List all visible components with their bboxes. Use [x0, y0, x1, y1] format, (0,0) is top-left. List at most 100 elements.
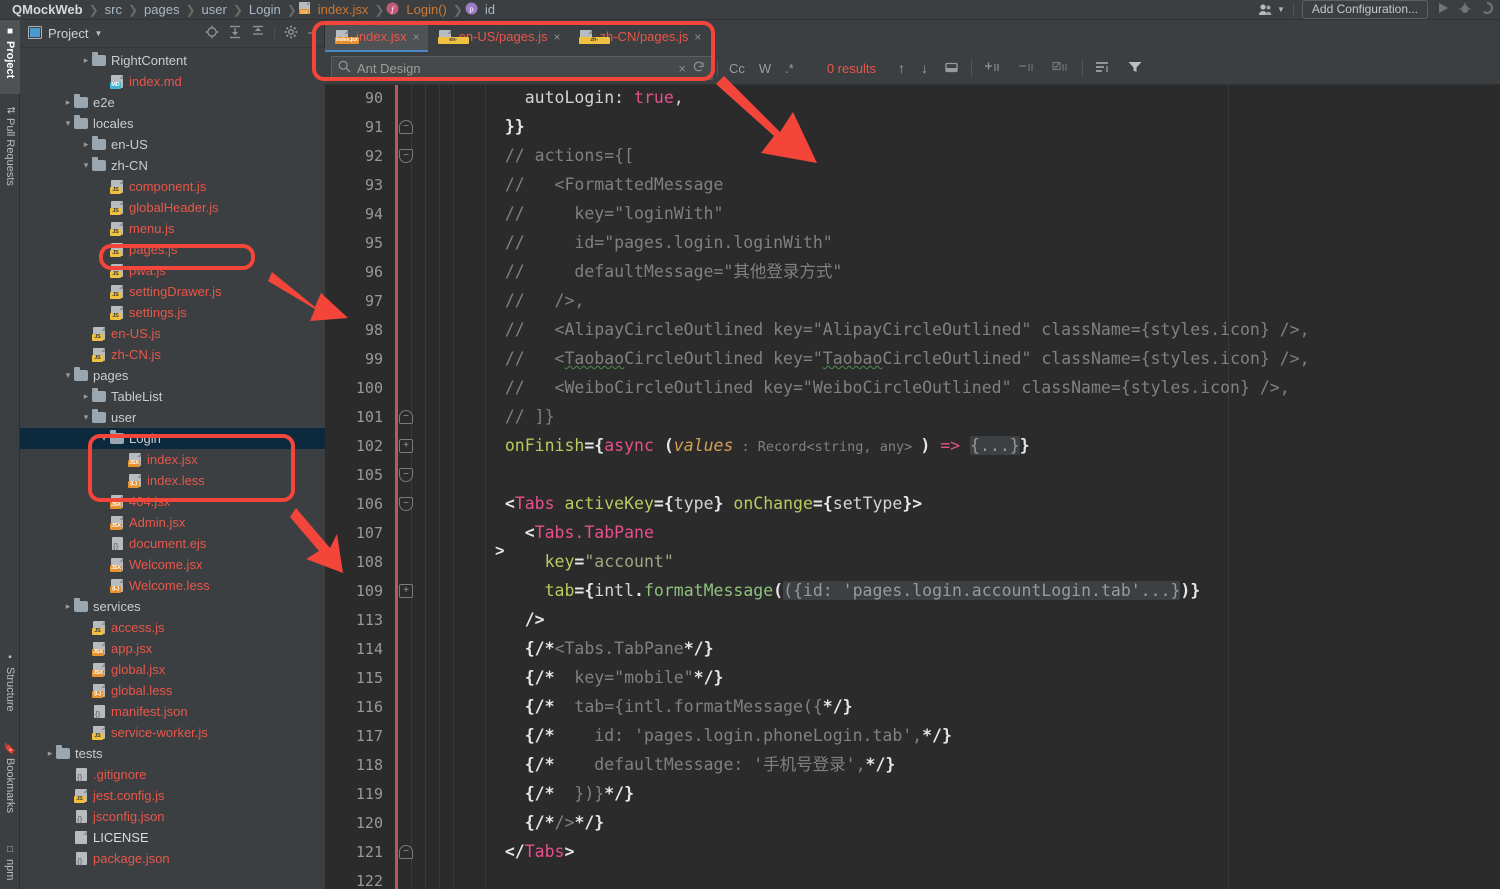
- sidebar-item-pull-requests[interactable]: ⇅ Pull Requests: [0, 100, 20, 210]
- select-all-icon[interactable]: [936, 60, 967, 77]
- tree-item-e2e[interactable]: ▸ e2e: [20, 92, 325, 113]
- tree-item-tablelist[interactable]: ▸ TableList: [20, 386, 325, 407]
- code-fold-toggle[interactable]: −: [399, 410, 413, 424]
- breadcrumb-item-function[interactable]: Login(): [402, 2, 450, 17]
- tree-item-menu-js[interactable]: JS menu.js: [20, 218, 325, 239]
- tree-item-jsconfig-json[interactable]: jsconfig.json: [20, 806, 325, 827]
- project-file-tree[interactable]: ▸ RightContent MD index.md ▸ e2e ▾ locales ▸ en-U…: [20, 48, 325, 889]
- code-fold-toggle[interactable]: −: [399, 845, 413, 859]
- hide-panel-icon[interactable]: −: [307, 25, 316, 42]
- chevron-down-icon[interactable]: ▼: [94, 29, 102, 38]
- match-case-toggle[interactable]: Cc: [722, 61, 752, 76]
- tree-item-en-us[interactable]: ▸ en-US: [20, 134, 325, 155]
- code-line[interactable]: {/* id: 'pages.login.phoneLogin.tab',*/}: [485, 721, 952, 750]
- tree-item-404-jsx[interactable]: JSX 404.jsx: [20, 491, 325, 512]
- code-line[interactable]: {/* key="mobile"*/}: [485, 663, 724, 692]
- arrow-down-icon[interactable]: ↓: [913, 60, 936, 76]
- expand-all-icon[interactable]: [228, 25, 242, 42]
- code-line[interactable]: </Tabs>: [485, 837, 575, 866]
- code-line[interactable]: // <WeiboCircleOutlined key="WeiboCircle…: [485, 373, 1290, 402]
- tree-item-manifest-json[interactable]: manifest.json: [20, 701, 325, 722]
- code-line[interactable]: autoLogin: true,: [485, 85, 684, 112]
- tree-item-package-json[interactable]: package.json: [20, 848, 325, 869]
- close-icon[interactable]: ×: [413, 30, 420, 44]
- chevron-right-icon[interactable]: ▸: [62, 601, 74, 612]
- code-line[interactable]: // <FormattedMessage: [485, 170, 724, 199]
- chevron-down-icon[interactable]: ▾: [80, 160, 92, 171]
- tree-item-zh-cn-js[interactable]: JS zh-CN.js: [20, 344, 325, 365]
- code-fold-toggle[interactable]: −: [399, 149, 413, 163]
- breadcrumb-item-login[interactable]: Login: [245, 2, 285, 17]
- add-configuration-button[interactable]: Add Configuration...: [1301, 0, 1428, 19]
- gear-icon[interactable]: [284, 25, 298, 42]
- chevron-down-icon[interactable]: ▾: [80, 412, 92, 423]
- editor-tab-zh-cn-pages-js[interactable]: zh-CN/pages.js zh-CN/pages.js ×: [568, 21, 710, 52]
- sidebar-item-structure[interactable]: ▪ Structure: [0, 646, 20, 730]
- tree-item-global-jsx[interactable]: JSX global.jsx: [20, 659, 325, 680]
- tree-item-app-jsx[interactable]: JSX app.jsx: [20, 638, 325, 659]
- code-fold-toggle[interactable]: −: [399, 468, 413, 482]
- tree-item-pages[interactable]: ▾ pages: [20, 365, 325, 386]
- tree-item-index-md[interactable]: MD index.md: [20, 71, 325, 92]
- tree-item-admin-jsx[interactable]: JSX Admin.jsx: [20, 512, 325, 533]
- tree-item-pwa-js[interactable]: JS pwa.js: [20, 260, 325, 281]
- code-fold-toggle[interactable]: +: [399, 439, 413, 453]
- tree-item-services[interactable]: ▸ services: [20, 596, 325, 617]
- tree-item-welcome-less[interactable]: {L} Welcome.less: [20, 575, 325, 596]
- code-fold-toggle[interactable]: −: [399, 120, 413, 134]
- tree-item-jest-config-js[interactable]: JS jest.config.js: [20, 785, 325, 806]
- code-line[interactable]: // defaultMessage="其他登录方式": [485, 257, 842, 286]
- collapse-all-icon[interactable]: [251, 25, 265, 42]
- code-line[interactable]: {/* })}*/}: [485, 779, 634, 808]
- regex-toggle[interactable]: .*: [778, 61, 801, 76]
- chevron-right-icon[interactable]: ▸: [80, 139, 92, 150]
- code-line[interactable]: // key="loginWith": [485, 199, 724, 228]
- code-line[interactable]: {/*/>*/}: [485, 808, 605, 837]
- tree-item-document-ejs[interactable]: document.ejs: [20, 533, 325, 554]
- code-line[interactable]: {/*<Tabs.TabPane*/}: [485, 634, 714, 663]
- tree-item-rightcontent[interactable]: ▸ RightContent: [20, 50, 325, 71]
- close-icon[interactable]: ×: [553, 30, 560, 44]
- tree-item-access-js[interactable]: JS access.js: [20, 617, 325, 638]
- breadcrumb-item-pages[interactable]: pages: [140, 2, 183, 17]
- words-toggle[interactable]: W: [752, 61, 778, 76]
- code-fold-toggle[interactable]: +: [399, 584, 413, 598]
- tree-item-settingdrawer-js[interactable]: JS settingDrawer.js: [20, 281, 325, 302]
- tree-item--gitignore[interactable]: .gitignore: [20, 764, 325, 785]
- code-line[interactable]: onFinish={async (values : Record<string,…: [485, 431, 1030, 460]
- tree-item-tests[interactable]: ▸ tests: [20, 743, 325, 764]
- code-editor[interactable]: 90 91 − 92 − 93 94 95 96 97 98 99 100 101 − 102 +105 − 106…: [325, 85, 1500, 889]
- editor-tab-en-us-pages-js[interactable]: en-US/pages.js en-US/pages.js ×: [427, 21, 569, 52]
- breadcrumb-item-property[interactable]: id: [481, 2, 499, 17]
- debug-icon[interactable]: [1458, 1, 1472, 18]
- chevron-down-icon[interactable]: ▾: [98, 433, 110, 444]
- tree-item-index-jsx[interactable]: JSX index.jsx: [20, 449, 325, 470]
- code-line[interactable]: tab={intl.formatMessage(({id: 'pages.log…: [485, 576, 1200, 605]
- tree-item-service-worker-js[interactable]: JS service-worker.js: [20, 722, 325, 743]
- chevron-right-icon[interactable]: ▸: [80, 55, 92, 66]
- add-line-icon[interactable]: [976, 60, 1010, 77]
- code-line[interactable]: key="account": [485, 547, 674, 576]
- code-line[interactable]: // ]}: [485, 402, 555, 431]
- breadcrumb-item-src[interactable]: src: [101, 2, 126, 17]
- tree-item-license[interactable]: LICENSE: [20, 827, 325, 848]
- tree-item-global-less[interactable]: {L} global.less: [20, 680, 325, 701]
- tree-item-locales[interactable]: ▾ locales: [20, 113, 325, 134]
- code-line[interactable]: // id="pages.login.loginWith": [485, 228, 833, 257]
- arrow-up-icon[interactable]: ↑: [890, 60, 913, 76]
- list-icon[interactable]: [1087, 60, 1119, 77]
- code-content[interactable]: autoLogin: true, }} // actions={[ // <Fo…: [460, 85, 1500, 889]
- filter-icon[interactable]: [1119, 60, 1151, 77]
- search-input[interactable]: Ant Design ×: [331, 56, 713, 80]
- sidebar-item-project[interactable]: ■ Project: [0, 20, 20, 94]
- editor-tab-index-jsx[interactable]: index.jsx index.jsx ×: [325, 21, 428, 52]
- code-line[interactable]: // <AlipayCircleOutlined key="AlipayCirc…: [485, 315, 1310, 344]
- remove-line-icon[interactable]: [1010, 60, 1044, 77]
- breadcrumb-item-root[interactable]: QMockWeb: [8, 2, 87, 17]
- tree-item-login[interactable]: ▾ Login: [20, 428, 325, 449]
- user-group-button[interactable]: ▼: [1258, 3, 1285, 16]
- tree-item-pages-js[interactable]: JS pages.js: [20, 239, 325, 260]
- tree-item-component-js[interactable]: JS component.js: [20, 176, 325, 197]
- tree-item-en-us-js[interactable]: JS en-US.js: [20, 323, 325, 344]
- code-line[interactable]: // />,: [485, 286, 584, 315]
